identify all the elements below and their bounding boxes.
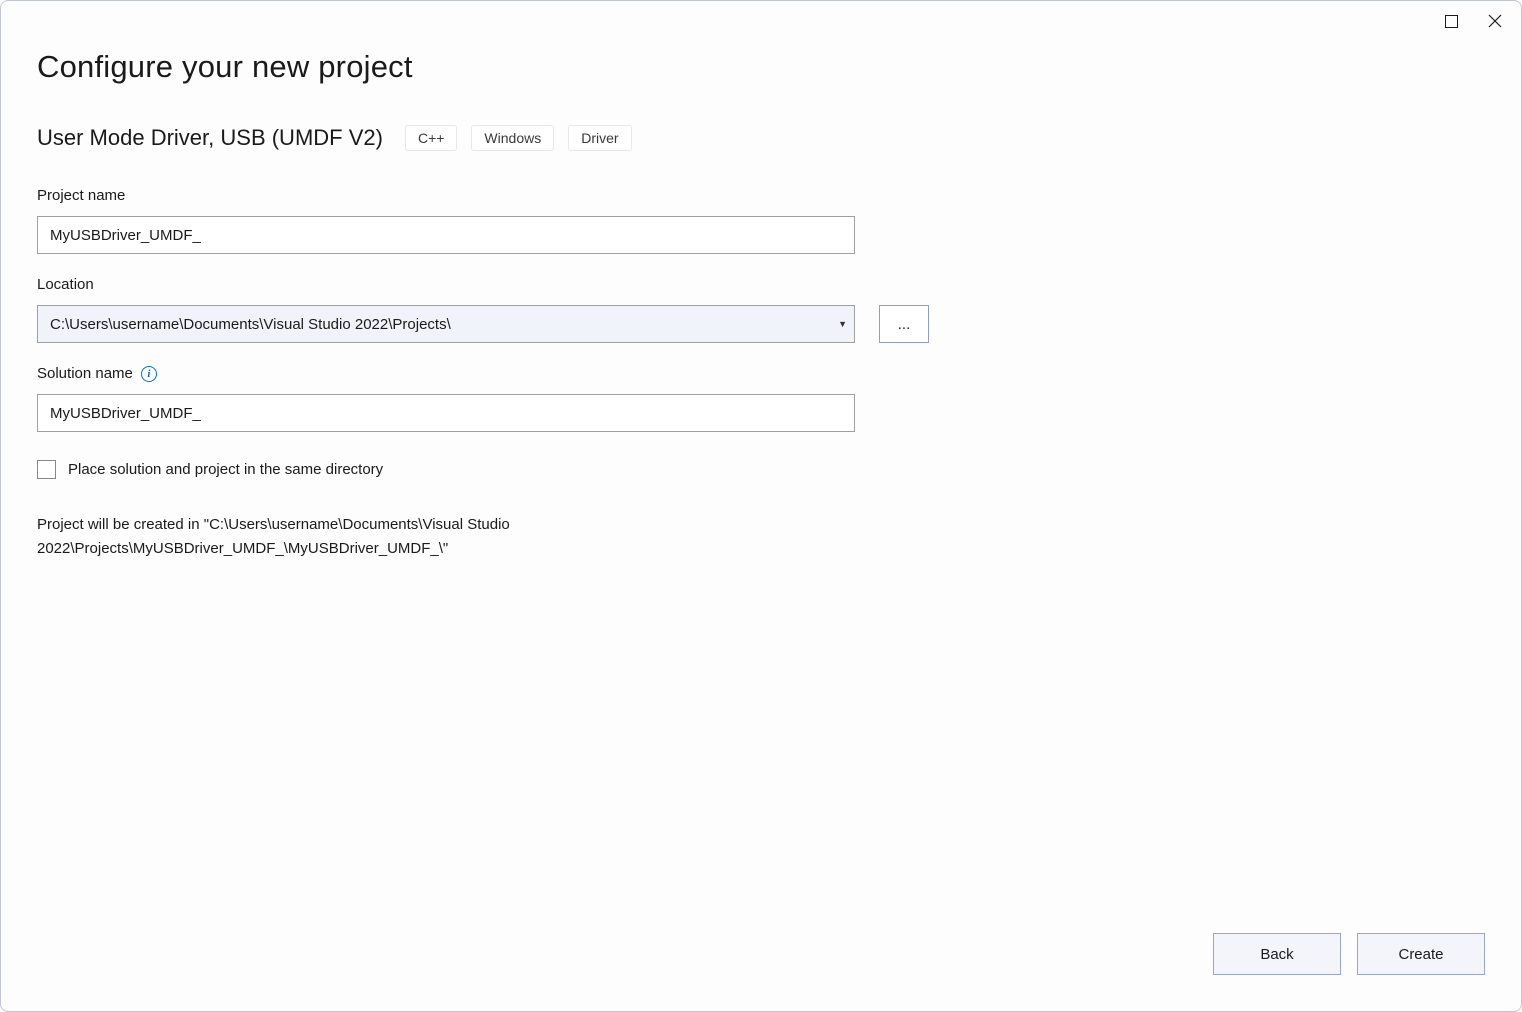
tag-cpp: C++ bbox=[405, 125, 457, 151]
browse-button[interactable]: ... bbox=[879, 305, 929, 343]
title-bar bbox=[1, 1, 1521, 41]
location-input[interactable] bbox=[37, 305, 855, 343]
path-hint: Project will be created in "C:\Users\use… bbox=[37, 513, 797, 561]
info-icon[interactable]: i bbox=[141, 366, 157, 382]
solution-name-group: Solution name i bbox=[37, 365, 1485, 432]
dialog-window: Configure your new project User Mode Dri… bbox=[0, 0, 1522, 1012]
dialog-content: Configure your new project User Mode Dri… bbox=[1, 41, 1521, 933]
close-button[interactable] bbox=[1487, 13, 1503, 29]
page-title: Configure your new project bbox=[37, 49, 1485, 85]
same-directory-label: Place solution and project in the same d… bbox=[68, 461, 383, 478]
template-info-row: User Mode Driver, USB (UMDF V2) C++ Wind… bbox=[37, 125, 1485, 151]
location-group: Location ▼ ... bbox=[37, 276, 1485, 343]
maximize-icon bbox=[1445, 15, 1458, 28]
same-directory-row: Place solution and project in the same d… bbox=[37, 460, 1485, 479]
same-directory-checkbox[interactable] bbox=[37, 460, 56, 479]
project-name-input[interactable] bbox=[37, 216, 855, 254]
project-name-group: Project name bbox=[37, 187, 1485, 254]
solution-name-label: Solution name i bbox=[37, 365, 1485, 382]
location-row: ▼ ... bbox=[37, 305, 1485, 343]
location-label: Location bbox=[37, 276, 1485, 293]
tag-list: C++ Windows Driver bbox=[405, 125, 632, 151]
tag-windows: Windows bbox=[471, 125, 554, 151]
template-name: User Mode Driver, USB (UMDF V2) bbox=[37, 125, 383, 151]
project-name-label: Project name bbox=[37, 187, 1485, 204]
dialog-footer: Back Create bbox=[1, 933, 1521, 1011]
location-combo[interactable]: ▼ bbox=[37, 305, 855, 343]
create-button[interactable]: Create bbox=[1357, 933, 1485, 975]
solution-name-input[interactable] bbox=[37, 394, 855, 432]
maximize-button[interactable] bbox=[1443, 13, 1459, 29]
tag-driver: Driver bbox=[568, 125, 631, 151]
back-button[interactable]: Back bbox=[1213, 933, 1341, 975]
close-icon bbox=[1488, 14, 1502, 28]
solution-name-label-text: Solution name bbox=[37, 365, 133, 382]
